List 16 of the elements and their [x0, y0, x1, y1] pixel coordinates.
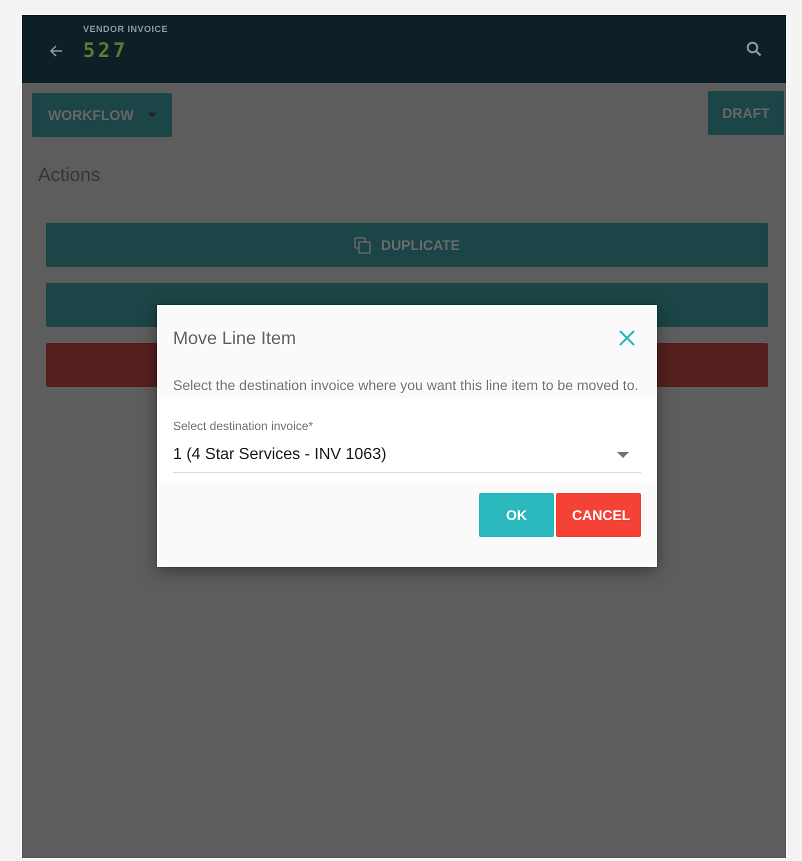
caret-icon: [148, 112, 156, 118]
dialog-description: Select the destination invoice where you want this line item to be moved to.: [173, 377, 640, 393]
invoice-select[interactable]: 1 (4 Star Services - INV 1063): [173, 446, 641, 473]
ok-button[interactable]: OK: [479, 493, 554, 537]
workflow-button[interactable]: WORKFLOW: [32, 93, 172, 137]
action-button[interactable]: DUPLICATE: [46, 223, 768, 267]
dropdown-icon: [617, 452, 629, 458]
page-title: 527: [83, 38, 130, 62]
field-label: Select destination invoice*: [173, 419, 314, 433]
dialog-title: Move Line Item: [173, 328, 296, 348]
back-arrow-icon[interactable]: [49, 44, 63, 58]
copy-icon: [354, 236, 371, 254]
search-icon[interactable]: [746, 41, 762, 57]
status-button[interactable]: DRAFT: [708, 91, 784, 135]
cancel-button[interactable]: CANCEL: [556, 493, 641, 537]
page-subtitle: VENDOR INVOICE: [83, 24, 168, 34]
